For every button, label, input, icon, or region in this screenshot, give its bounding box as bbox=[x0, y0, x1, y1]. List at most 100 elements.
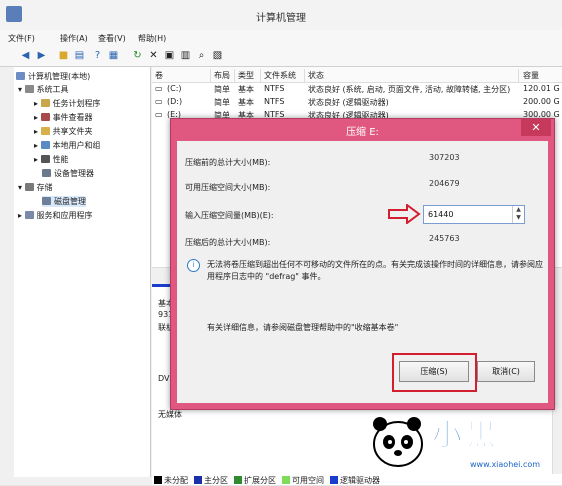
shrink-dialog: 压缩 E: ✕ 压缩前的总计大小(MB): 307203 可用压缩空间大小(MB… bbox=[170, 118, 555, 410]
tree-item-task-scheduler[interactable]: ▸ 任务计划程序 bbox=[34, 98, 101, 109]
folder-icon[interactable]: ▥ bbox=[180, 50, 191, 61]
col-filesystem[interactable]: 文件系统 bbox=[261, 69, 305, 82]
tree-root-label: 计算机管理(本地) bbox=[28, 72, 91, 81]
tree-system-tools[interactable]: ▾ 系统工具 bbox=[18, 84, 69, 95]
tree-item-users-groups[interactable]: ▸ 本地用户和组 bbox=[34, 140, 101, 151]
watermark-text-1: 小 bbox=[432, 418, 463, 454]
shrink-amount-value: 61440 bbox=[428, 210, 454, 219]
watermark-url: www.xiaohei.com bbox=[470, 460, 541, 469]
services-icon bbox=[24, 211, 34, 219]
export-icon[interactable]: ▧ bbox=[212, 50, 223, 61]
shrink-amount-input[interactable]: 61440 ▲ ▼ bbox=[423, 205, 525, 224]
disk-icon bbox=[42, 197, 51, 205]
rescan-icon[interactable]: ▣ bbox=[164, 50, 175, 61]
performance-icon bbox=[40, 155, 50, 163]
legend-item: 扩展分区 bbox=[234, 475, 276, 486]
title-bar: 计算机管理 bbox=[0, 0, 562, 31]
refresh-icon[interactable]: ↻ bbox=[132, 50, 143, 61]
tree-item-label: 共享文件夹 bbox=[52, 127, 93, 136]
col-status[interactable]: 状态 bbox=[305, 69, 519, 82]
input-label: 输入压缩空间量(MB)(E): bbox=[185, 211, 274, 220]
clock-icon bbox=[40, 99, 50, 107]
cancel-button[interactable]: 取消(C) bbox=[477, 361, 535, 382]
properties-icon[interactable]: ▦ bbox=[108, 50, 119, 61]
legend-swatch bbox=[282, 476, 290, 484]
search-icon[interactable]: ⌕ bbox=[196, 50, 207, 61]
table-row[interactable]: ▭ (D:) 简单 基本 NTFS 状态良好 (逻辑驱动器) 200.00 G bbox=[152, 97, 562, 110]
menu-bar: 文件(F) 操作(A) 查看(V) 帮助(H) bbox=[0, 30, 562, 47]
tree-services-label: 服务和应用程序 bbox=[36, 211, 93, 220]
forward-icon[interactable]: ▶ bbox=[36, 50, 47, 61]
tree-services[interactable]: ▸ 服务和应用程序 bbox=[18, 210, 93, 221]
cell-type: 基本 bbox=[238, 85, 254, 94]
users-icon bbox=[40, 141, 50, 149]
tree-item-label: 任务计划程序 bbox=[52, 99, 101, 108]
legend-item: 主分区 bbox=[194, 475, 228, 486]
watermark-text-3: 游戏 bbox=[504, 430, 541, 452]
storage-icon bbox=[24, 183, 34, 191]
tree-item-label: 本地用户和组 bbox=[52, 141, 101, 150]
red-arrow-icon bbox=[388, 204, 421, 224]
cell-type: 基本 bbox=[238, 98, 254, 107]
col-layout[interactable]: 布局 bbox=[211, 69, 235, 82]
tree-item-performance[interactable]: ▸ 性能 bbox=[34, 154, 69, 165]
shrink-button[interactable]: 压缩(S) bbox=[399, 361, 469, 382]
device-icon bbox=[42, 169, 51, 177]
legend: 未分配 主分区 扩展分区 可用空间 逻辑驱动器 bbox=[152, 474, 562, 485]
col-volume[interactable]: 卷 bbox=[152, 69, 211, 82]
total-after-label: 压缩后的总计大小(MB): bbox=[185, 238, 271, 247]
legend-swatch bbox=[234, 476, 242, 484]
legend-label: 逻辑驱动器 bbox=[340, 476, 380, 485]
drive-icon: ▭ bbox=[155, 110, 163, 119]
spin-down-icon[interactable]: ▼ bbox=[513, 214, 524, 222]
col-type[interactable]: 类型 bbox=[235, 69, 261, 82]
legend-item: 可用空间 bbox=[282, 475, 324, 486]
tree-item-disk-management[interactable]: 磁盘管理 bbox=[42, 196, 86, 207]
tree-item-label: 事件查看器 bbox=[52, 113, 93, 122]
tree-item-device-manager[interactable]: 设备管理器 bbox=[42, 168, 94, 179]
tree-system-tools-label: 系统工具 bbox=[36, 85, 69, 94]
help-text: 有关详细信息，请参阅磁盘管理帮助中的"收缩基本卷" bbox=[207, 323, 399, 332]
available-value: 204679 bbox=[429, 179, 460, 188]
back-icon[interactable]: ◀ bbox=[20, 50, 31, 61]
console-tree-icon[interactable]: ▤ bbox=[74, 50, 85, 61]
watermark-logo: 小 黑 游戏 www.xiaohei.com bbox=[368, 408, 562, 474]
legend-item: 未分配 bbox=[154, 475, 188, 486]
tree-item-event-viewer[interactable]: ▸ 事件查看器 bbox=[34, 112, 93, 123]
drive-icon: ▭ bbox=[155, 84, 163, 93]
close-icon[interactable]: ✕ bbox=[521, 119, 551, 136]
legend-label: 未分配 bbox=[164, 476, 188, 485]
tree-storage[interactable]: ▾ 存储 bbox=[18, 182, 53, 193]
cell-status: 状态良好 (系统, 启动, 页面文件, 活动, 故障转储, 主分区) bbox=[308, 85, 511, 94]
table-row[interactable]: ▭ (C:) 简单 基本 NTFS 状态良好 (系统, 启动, 页面文件, 活动… bbox=[152, 84, 562, 97]
tree-storage-label: 存储 bbox=[36, 183, 53, 192]
menu-action[interactable]: 操作(A) bbox=[60, 33, 88, 44]
menu-file[interactable]: 文件(F) bbox=[8, 33, 35, 44]
legend-swatch bbox=[154, 476, 162, 484]
legend-label: 主分区 bbox=[204, 476, 228, 485]
tree-root[interactable]: 计算机管理(本地) bbox=[16, 71, 90, 82]
tree-item-label: 设备管理器 bbox=[54, 169, 94, 178]
legend-swatch bbox=[330, 476, 338, 484]
menu-view[interactable]: 查看(V) bbox=[98, 33, 126, 44]
dialog-title: 压缩 E: bbox=[346, 127, 379, 138]
cell-fs: NTFS bbox=[264, 84, 285, 93]
delete-icon[interactable]: ✕ bbox=[148, 50, 159, 61]
col-capacity[interactable]: 容量 bbox=[520, 69, 562, 82]
available-label: 可用压缩空间大小(MB): bbox=[185, 183, 271, 192]
drive-icon: ▭ bbox=[155, 97, 163, 106]
tools-icon bbox=[24, 85, 34, 93]
no-media-label: 无媒体 bbox=[158, 410, 182, 419]
folder-up-icon[interactable]: ■ bbox=[58, 50, 69, 61]
cell-fs: NTFS bbox=[264, 97, 285, 106]
tree-item-shared-folders[interactable]: ▸ 共享文件夹 bbox=[34, 126, 93, 137]
help-icon[interactable]: ? bbox=[92, 50, 103, 61]
cell-capacity: 120.01 G bbox=[523, 84, 560, 93]
spin-up-icon[interactable]: ▲ bbox=[513, 206, 524, 214]
cell-status: 状态良好 (逻辑驱动器) bbox=[308, 98, 389, 107]
cell-volume: (D:) bbox=[167, 97, 183, 106]
total-after-value: 245763 bbox=[429, 234, 460, 243]
info-icon: i bbox=[187, 259, 200, 272]
menu-help[interactable]: 帮助(H) bbox=[138, 33, 166, 44]
window-title: 计算机管理 bbox=[256, 13, 306, 24]
